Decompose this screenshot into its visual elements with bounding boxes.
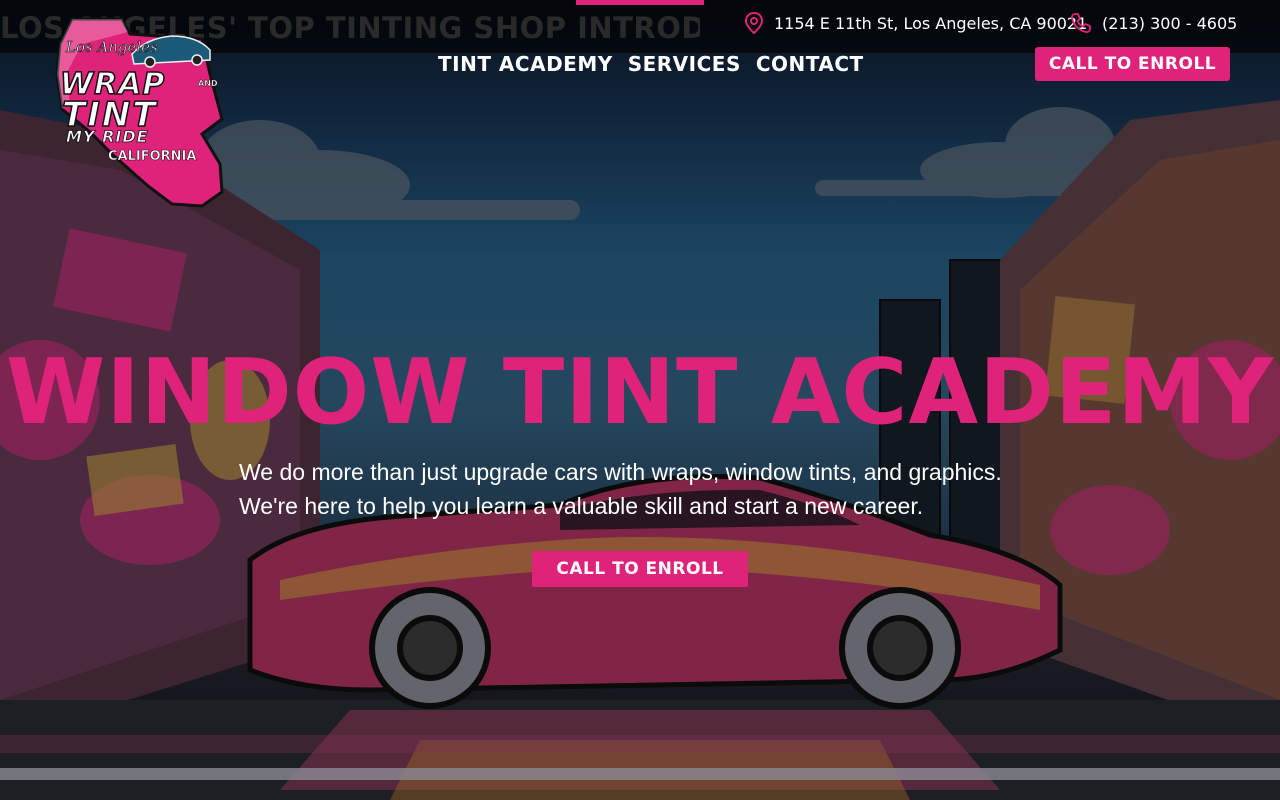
- phone-link[interactable]: (213) 300 - 4605: [1070, 11, 1237, 35]
- phone-icon: [1071, 13, 1091, 33]
- map-pin-icon: [744, 12, 764, 34]
- bottom-divider: [0, 768, 1280, 780]
- phone-text: (213) 300 - 4605: [1102, 13, 1238, 33]
- hero-title: WINDOW TINT ACADEMY: [5, 340, 1275, 445]
- nav-contact[interactable]: CONTACT: [756, 50, 864, 78]
- nav-tint-academy[interactable]: TINT ACADEMY: [438, 50, 613, 78]
- nav-services[interactable]: SERVICES: [628, 50, 741, 78]
- address-link[interactable]: 1154 E 11th St, Los Angeles, CA 90021: [744, 11, 1087, 35]
- header-call-to-enroll-button[interactable]: CALL TO ENROLL: [1035, 47, 1230, 81]
- logo-text-city: Los Angeles: [65, 38, 158, 56]
- hero-description: We do more than just upgrade cars with w…: [239, 455, 1059, 523]
- main-nav: TINT ACADEMY SERVICES CONTACT: [438, 50, 864, 78]
- logo-text-california: CALIFORNIA: [108, 149, 196, 164]
- hero-description-line-1: We do more than just upgrade cars with w…: [239, 459, 1002, 485]
- logo-text-and: AND: [198, 79, 218, 88]
- hero-description-line-2: We're here to help you learn a valuable …: [239, 493, 924, 519]
- logo-text-myride: MY RIDE: [66, 127, 149, 146]
- address-text: 1154 E 11th St, Los Angeles, CA 90021: [774, 13, 1088, 33]
- active-tab-indicator: [576, 0, 704, 5]
- hero-call-to-enroll-button[interactable]: CALL TO ENROLL: [532, 551, 748, 587]
- wrap-and-tint-my-ride-logo[interactable]: Los Angeles WRAP AND TINT MY RIDE CALIFO…: [52, 14, 232, 208]
